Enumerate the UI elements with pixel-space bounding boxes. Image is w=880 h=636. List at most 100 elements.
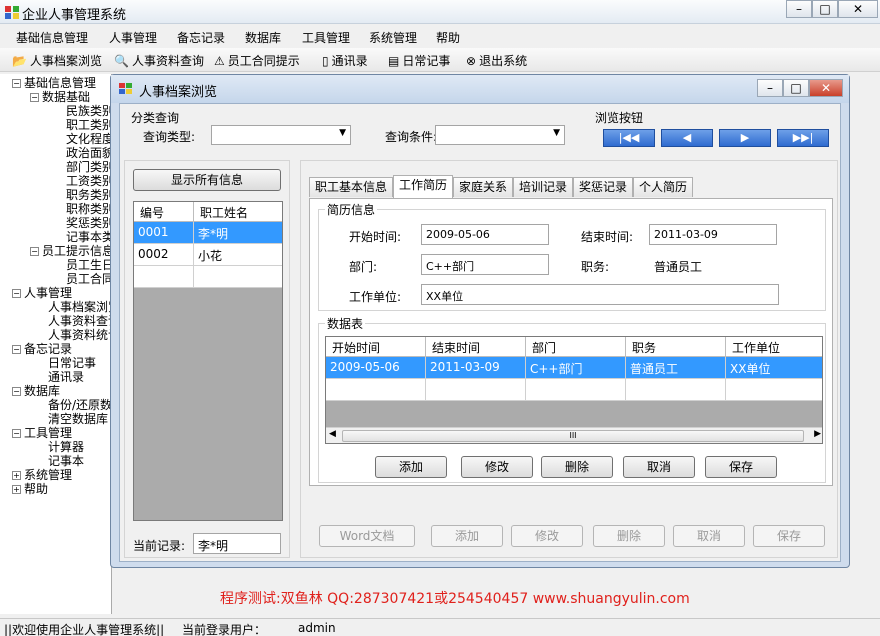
- query-condition-combo[interactable]: ▼: [435, 125, 565, 145]
- child-maximize-button[interactable]: □: [783, 79, 809, 97]
- tree-node-tools[interactable]: − 工具管理: [12, 426, 72, 440]
- save-button[interactable]: 保存: [753, 525, 825, 547]
- prev-record-button[interactable]: ◀: [661, 129, 713, 147]
- tab-add-button[interactable]: 添加: [375, 456, 447, 478]
- tab-modify-button[interactable]: 修改: [461, 456, 533, 478]
- start-time-field[interactable]: 2009-05-06: [421, 224, 549, 245]
- delete-button[interactable]: 删除: [593, 525, 665, 547]
- tree-node-notepad[interactable]: 记事本: [48, 454, 84, 468]
- tree-node-daily-notes[interactable]: 日常记事: [48, 356, 96, 370]
- toolbar-data-query[interactable]: 🔍 人事资料查询: [114, 52, 204, 69]
- menu-memo[interactable]: 备忘记录: [177, 29, 225, 46]
- table-row[interactable]: 0002: [134, 244, 194, 266]
- tree-node-salary[interactable]: 工资类别: [66, 174, 111, 188]
- tree-node-memo[interactable]: − 备忘记录: [12, 342, 72, 356]
- tree-node-department[interactable]: 部门类别: [66, 160, 111, 174]
- close-button[interactable]: ✕: [838, 0, 878, 18]
- tab-reward[interactable]: 奖惩记录: [573, 177, 633, 197]
- tab-training[interactable]: 培训记录: [513, 177, 573, 197]
- employee-grid[interactable]: 编号 职工姓名 0001 李*明 0002 小花: [133, 201, 283, 521]
- history-header-unit[interactable]: 工作单位: [726, 337, 822, 357]
- table-row[interactable]: 0001: [134, 222, 194, 244]
- department-field[interactable]: C++部门: [421, 254, 549, 275]
- tree-node-basic-info[interactable]: − 基础信息管理: [12, 76, 96, 90]
- tree-node-address-book[interactable]: 通讯录: [48, 370, 84, 384]
- table-row[interactable]: 李*明: [194, 222, 282, 244]
- table-row[interactable]: 2011-03-09: [426, 357, 526, 379]
- word-document-button[interactable]: Word文档: [319, 525, 415, 547]
- scroll-left-icon[interactable]: ◀: [329, 429, 336, 439]
- menu-basic-info[interactable]: 基础信息管理: [16, 29, 88, 46]
- current-record-field[interactable]: 李*明: [193, 533, 281, 554]
- tree-node-post[interactable]: 职务类别: [66, 188, 111, 202]
- history-header-dept[interactable]: 部门: [526, 337, 626, 357]
- tree-node-help[interactable]: + 帮助: [12, 482, 48, 496]
- table-row-empty[interactable]: [194, 266, 282, 288]
- tree-node-system[interactable]: + 系统管理: [12, 468, 72, 482]
- tree-node-title[interactable]: 职称类别: [66, 202, 111, 216]
- tree-node-clear-db[interactable]: 清空数据库: [48, 412, 108, 426]
- show-all-button[interactable]: 显示所有信息: [133, 169, 281, 191]
- tree-node-staff-type[interactable]: 职工类别: [66, 118, 111, 132]
- table-row-empty[interactable]: [326, 379, 426, 401]
- tree-node-staff-alert[interactable]: − 员工提示信息: [30, 244, 111, 258]
- menu-tools[interactable]: 工具管理: [302, 29, 350, 46]
- toolbar-daily-notes[interactable]: ▤ 日常记事: [388, 52, 450, 69]
- emp-header-id[interactable]: 编号: [134, 202, 194, 222]
- menu-help[interactable]: 帮助: [436, 29, 460, 46]
- history-header-start[interactable]: 开始时间: [326, 337, 426, 357]
- first-record-button[interactable]: |◀◀: [603, 129, 655, 147]
- menu-database[interactable]: 数据库: [245, 29, 281, 46]
- tree-node-data-query[interactable]: 人事资料查询: [48, 314, 111, 328]
- table-row[interactable]: XX单位: [726, 357, 822, 379]
- table-row-empty[interactable]: [626, 379, 726, 401]
- tree-node-data-base[interactable]: − 数据基础: [30, 90, 90, 104]
- tab-delete-button[interactable]: 删除: [541, 456, 613, 478]
- add-button[interactable]: 添加: [431, 525, 503, 547]
- table-row-empty[interactable]: [526, 379, 626, 401]
- emp-header-name[interactable]: 职工姓名: [194, 202, 282, 222]
- work-unit-field[interactable]: XX单位: [421, 284, 779, 305]
- tab-basic-info[interactable]: 职工基本信息: [309, 177, 393, 197]
- table-row-empty[interactable]: [726, 379, 822, 401]
- tree-node-database[interactable]: − 数据库: [12, 384, 60, 398]
- tab-work-history[interactable]: 工作简历: [393, 175, 453, 198]
- table-row[interactable]: 普通员工: [626, 357, 726, 379]
- tab-cancel-button[interactable]: 取消: [623, 456, 695, 478]
- toolbar-address-book[interactable]: ▯ 通讯录: [322, 52, 368, 69]
- last-record-button[interactable]: ▶▶|: [777, 129, 829, 147]
- tree-node-notebook-type[interactable]: 记事本类: [66, 230, 111, 244]
- cancel-button[interactable]: 取消: [673, 525, 745, 547]
- tree-node-ethnic[interactable]: 民族类别: [66, 104, 111, 118]
- tree-node-calculator[interactable]: 计算器: [48, 440, 84, 454]
- tree-node-education[interactable]: 文化程度: [66, 132, 111, 146]
- post-field[interactable]: 普通员工: [649, 254, 777, 275]
- child-minimize-button[interactable]: –: [757, 79, 783, 97]
- tree-node-archive-browse[interactable]: 人事档案浏览: [48, 300, 111, 314]
- table-row-empty[interactable]: [134, 266, 194, 288]
- history-header-post[interactable]: 职务: [626, 337, 726, 357]
- modify-button[interactable]: 修改: [511, 525, 583, 547]
- tree-node-politics[interactable]: 政治面貌: [66, 146, 111, 160]
- menu-personnel[interactable]: 人事管理: [109, 29, 157, 46]
- tree-node-reward[interactable]: 奖惩类别: [66, 216, 111, 230]
- tree-node-birthday[interactable]: 员工生日: [66, 258, 111, 272]
- next-record-button[interactable]: ▶: [719, 129, 771, 147]
- scroll-right-icon[interactable]: ▶: [814, 429, 821, 439]
- history-header-end[interactable]: 结束时间: [426, 337, 526, 357]
- end-time-field[interactable]: 2011-03-09: [649, 224, 777, 245]
- toolbar-contract-alert[interactable]: ⚠ 员工合同提示: [214, 52, 300, 69]
- tab-family[interactable]: 家庭关系: [453, 177, 513, 197]
- query-type-combo[interactable]: ▼: [211, 125, 351, 145]
- table-row[interactable]: 小花: [194, 244, 282, 266]
- tab-resume[interactable]: 个人简历: [633, 177, 693, 197]
- toolbar-exit[interactable]: ⊗ 退出系统: [466, 52, 527, 69]
- tree-node-backup[interactable]: 备份/还原数据库: [48, 398, 111, 412]
- history-grid[interactable]: 开始时间 结束时间 部门 职务 工作单位 2009-05-06 2011-03-…: [325, 336, 823, 444]
- toolbar-archive-browse[interactable]: 📂 人事档案浏览: [12, 52, 102, 69]
- tree-node-personnel[interactable]: − 人事管理: [12, 286, 72, 300]
- menu-system[interactable]: 系统管理: [369, 29, 417, 46]
- child-close-button[interactable]: ✕: [809, 79, 843, 97]
- maximize-button[interactable]: □: [812, 0, 838, 18]
- minimize-button[interactable]: –: [786, 0, 812, 18]
